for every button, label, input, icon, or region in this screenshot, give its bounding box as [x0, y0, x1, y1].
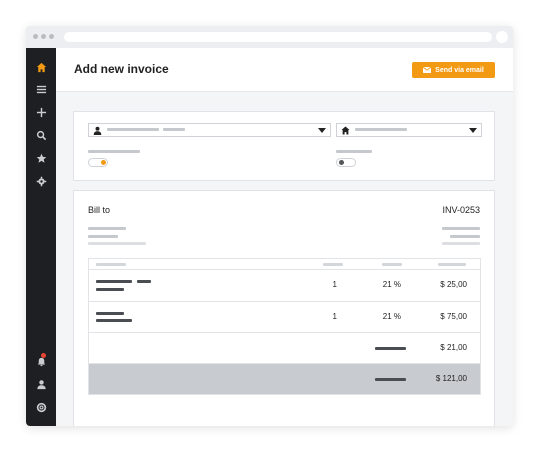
tax-cell: 21 %	[382, 312, 401, 321]
company-select[interactable]	[336, 123, 482, 137]
table-row[interactable]: 1 21 % $ 75,00	[89, 302, 480, 333]
item-description	[137, 280, 151, 283]
total-label-bar	[375, 378, 406, 381]
window-dot	[49, 34, 54, 39]
chevron-down-icon	[318, 128, 326, 133]
address-bar[interactable]	[64, 32, 492, 42]
app-window: Add new invoice Send via email Bill to I…	[26, 26, 513, 426]
window-dot	[41, 34, 46, 39]
amount-cell: $ 75,00	[440, 312, 467, 321]
browser-chrome	[26, 26, 513, 48]
invoice-settings-card	[73, 111, 495, 181]
item-description	[96, 288, 124, 291]
label-bar	[88, 150, 140, 153]
quantity-cell: 1	[332, 312, 337, 321]
chevron-down-icon	[469, 128, 477, 133]
home-icon	[341, 126, 350, 135]
home-icon[interactable]	[32, 58, 50, 76]
page-title: Add new invoice	[74, 62, 169, 76]
item-description	[96, 319, 132, 322]
toggle-off[interactable]	[336, 158, 356, 167]
page-header: Add new invoice Send via email	[56, 48, 513, 92]
table-header	[89, 259, 480, 270]
tax-label-bar	[375, 347, 406, 350]
address-line	[88, 242, 146, 245]
bell-icon[interactable]	[32, 352, 50, 370]
address-line	[442, 242, 480, 245]
column-header	[382, 263, 402, 266]
table-row[interactable]: 1 21 % $ 25,00	[89, 270, 480, 302]
placeholder-bar	[355, 128, 407, 131]
grand-total: $ 121,00	[435, 374, 467, 383]
bill-to-label: Bill to	[88, 205, 111, 215]
window-dot	[33, 34, 38, 39]
toggle-knob	[101, 160, 106, 165]
line-items-table: 1 21 % $ 25,00 1 21 % $ 75,00 $ 21,00 $ …	[88, 258, 481, 395]
envelope-icon	[423, 67, 432, 73]
placeholder-bar	[163, 128, 185, 131]
help-icon[interactable]	[32, 398, 50, 416]
address-line	[450, 235, 480, 238]
notification-badge	[41, 353, 46, 358]
invoice-card: Bill to INV-0253 1 21 % $ 25,00 1 21 % $…	[73, 190, 495, 426]
address-line	[88, 227, 126, 230]
settings-icon[interactable]	[32, 172, 50, 190]
search-icon[interactable]	[32, 126, 50, 144]
send-via-email-button[interactable]: Send via email	[412, 62, 495, 78]
sidebar	[26, 48, 56, 426]
invoice-number: INV-0253	[442, 205, 480, 215]
address-line	[442, 227, 480, 230]
address-line	[88, 235, 118, 238]
browser-button[interactable]	[496, 31, 508, 43]
total-row: $ 121,00	[89, 364, 480, 394]
user-icon	[93, 126, 102, 135]
menu-icon[interactable]	[32, 80, 50, 98]
quantity-cell: 1	[332, 280, 337, 289]
star-icon[interactable]	[32, 149, 50, 167]
toggle-knob	[339, 160, 344, 165]
column-header	[438, 263, 466, 266]
tax-row: $ 21,00	[89, 333, 480, 364]
tax-total: $ 21,00	[440, 343, 467, 352]
client-select[interactable]	[88, 123, 331, 137]
amount-cell: $ 25,00	[440, 280, 467, 289]
plus-icon[interactable]	[32, 103, 50, 121]
item-description	[96, 312, 124, 315]
placeholder-bar	[107, 128, 159, 131]
item-description	[96, 280, 132, 283]
column-header	[323, 263, 343, 266]
toggle-on[interactable]	[88, 158, 108, 167]
tax-cell: 21 %	[382, 280, 401, 289]
label-bar	[336, 150, 372, 153]
send-button-label: Send via email	[435, 66, 484, 74]
user-icon[interactable]	[32, 375, 50, 393]
column-header	[96, 263, 126, 266]
